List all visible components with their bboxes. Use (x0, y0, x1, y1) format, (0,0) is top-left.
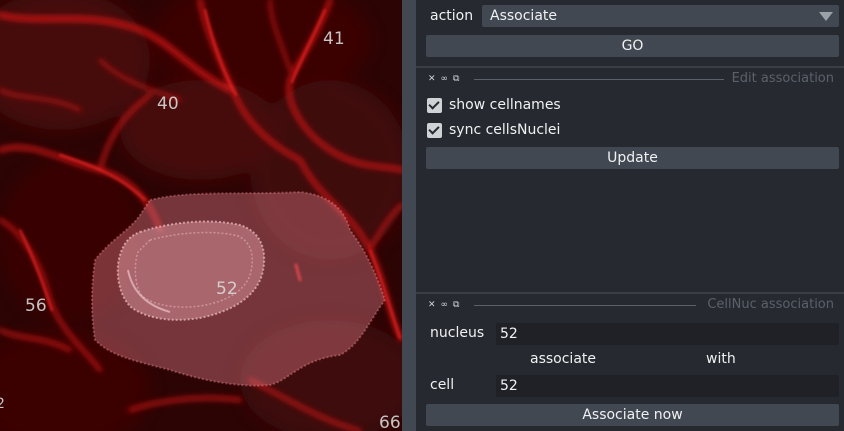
cell-label-52: 52 (216, 279, 238, 299)
associate-now-button[interactable]: Associate now (426, 404, 839, 426)
cell-label-66: 66 (379, 413, 401, 431)
header-divider (474, 79, 724, 80)
dock-separator-2[interactable] (416, 292, 844, 294)
cell-label-40: 40 (157, 94, 179, 114)
cellnuc-association-title: CellNuc association (707, 297, 834, 312)
cell-label-2: 2 (0, 396, 5, 412)
action-select-value: Associate (490, 8, 557, 24)
sync-cellsnuclei-checkbox[interactable] (427, 123, 442, 138)
show-cellnames-checkbox[interactable] (427, 98, 442, 113)
cell-label-41: 41 (323, 29, 345, 49)
cell-field[interactable]: 52 (496, 375, 839, 397)
nucleus-label: nucleus (430, 325, 485, 341)
close-icon[interactable]: ✕ (428, 74, 441, 84)
go-button[interactable]: GO (426, 35, 839, 57)
image-canvas[interactable]: 41 40 52 56 66 2 (0, 0, 402, 431)
edit-association-header: ✕∞⧉ Edit association (416, 72, 844, 86)
cell-label: cell (430, 377, 455, 393)
float-icon[interactable]: ∞ (441, 74, 454, 84)
close-icon[interactable]: ✕ (428, 300, 441, 310)
action-select[interactable]: Associate (482, 5, 839, 27)
update-button[interactable]: Update (426, 147, 839, 169)
microscopy-image (0, 0, 402, 431)
cellnuc-association-header: ✕∞⧉ CellNuc association (416, 298, 844, 312)
nucleus-field[interactable]: 52 (496, 323, 839, 345)
pin-icon[interactable]: ⧉ (453, 300, 464, 310)
float-icon[interactable]: ∞ (441, 300, 454, 310)
plugin-panel: action Associate GO ✕∞⧉ Edit association… (416, 0, 844, 431)
sync-cellsnuclei-label[interactable]: sync cellsNuclei (449, 122, 560, 138)
edit-association-title: Edit association (731, 71, 834, 86)
dock-separator[interactable] (416, 66, 844, 68)
header-divider (474, 305, 696, 306)
with-text: with (706, 351, 736, 367)
associate-text: associate (530, 351, 597, 367)
chevron-down-icon (819, 12, 833, 21)
panel-splitter[interactable] (402, 0, 416, 431)
action-label: action (430, 8, 474, 24)
pin-icon[interactable]: ⧉ (453, 74, 464, 84)
show-cellnames-label[interactable]: show cellnames (449, 97, 561, 113)
cell-label-56: 56 (25, 296, 47, 316)
